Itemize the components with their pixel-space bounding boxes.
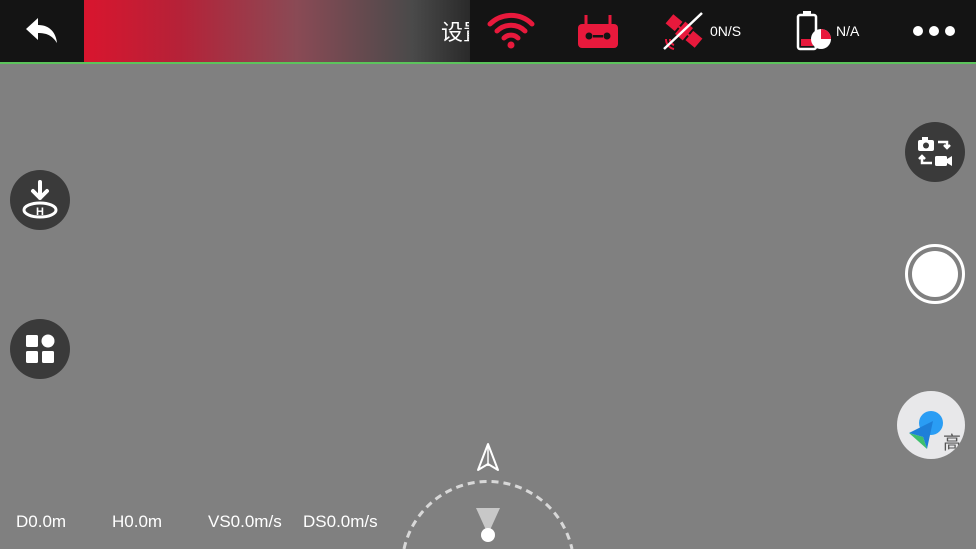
map-view-button[interactable]: 高 xyxy=(897,391,965,459)
shutter-button[interactable] xyxy=(905,244,965,304)
more-options-button[interactable] xyxy=(906,12,962,50)
flight-modes-icon xyxy=(26,334,55,363)
battery-icon xyxy=(796,11,831,51)
camera-switch-icon xyxy=(918,137,952,166)
satellite-icon xyxy=(663,12,703,50)
height-readout: H0.0m xyxy=(112,512,163,531)
back-button[interactable] xyxy=(0,0,84,62)
more-dots-icon xyxy=(913,26,923,36)
distance-readout: D0.0m xyxy=(16,512,67,531)
remote-controller-status[interactable] xyxy=(576,6,620,56)
battery-level: N/A xyxy=(836,23,860,39)
map-label: 高 xyxy=(943,433,961,453)
home-point-icon xyxy=(481,528,495,542)
wifi-icon xyxy=(487,12,535,49)
distance-speed-readout: DS0.0m/s xyxy=(303,512,378,531)
takeoff-landing-button[interactable]: H xyxy=(10,170,70,230)
back-arrow-icon xyxy=(26,18,57,43)
compass-radar xyxy=(402,443,574,549)
top-status-bar: 设置 0N/S xyxy=(0,0,976,64)
remote-controller-icon xyxy=(578,15,618,48)
page-title: 设置 xyxy=(441,20,469,45)
flight-status-strip xyxy=(84,0,470,62)
shutter-icon xyxy=(912,251,958,297)
aircraft-heading-icon xyxy=(477,443,499,471)
svg-text:H: H xyxy=(36,206,44,218)
takeoff-landing-icon: H xyxy=(22,180,58,219)
flight-modes-button[interactable] xyxy=(10,319,70,379)
wifi-status[interactable] xyxy=(487,6,535,56)
battery-status[interactable]: N/A xyxy=(796,6,859,56)
camera-switch-button[interactable] xyxy=(905,122,965,182)
gps-status[interactable]: 0N/S xyxy=(662,6,741,56)
vertical-speed-readout: VS0.0m/s xyxy=(208,512,282,531)
gps-satellite-count: 0N/S xyxy=(710,23,742,39)
